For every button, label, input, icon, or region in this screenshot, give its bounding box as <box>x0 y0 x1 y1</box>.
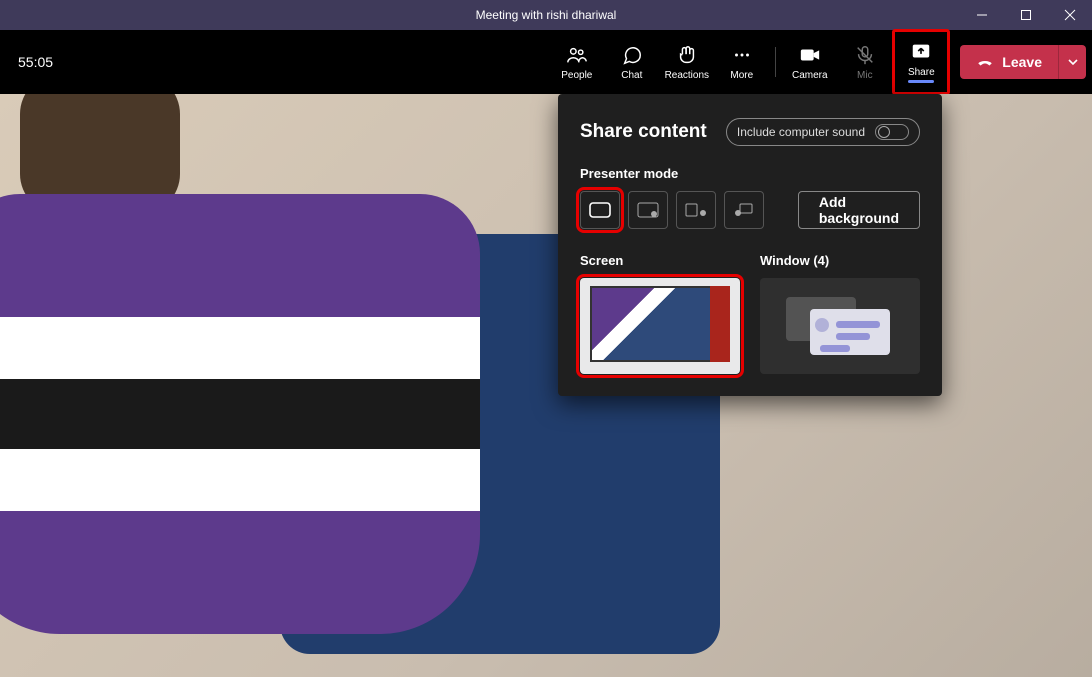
share-icon <box>910 41 932 63</box>
share-button[interactable]: Share <box>897 34 945 90</box>
window-section-label: Window (4) <box>760 253 920 268</box>
window-title: Meeting with rishi dhariwal <box>476 8 617 22</box>
hangup-icon <box>976 52 994 73</box>
share-button-highlight: Share <box>892 29 950 95</box>
reactions-button[interactable]: Reactions <box>659 34 714 90</box>
more-button[interactable]: More <box>714 34 769 90</box>
presenter-mode-reporter[interactable] <box>724 191 764 229</box>
leave-label: Leave <box>1002 54 1042 70</box>
screen-preview-icon <box>590 286 730 362</box>
screen-section-label: Screen <box>580 253 740 268</box>
people-button[interactable]: People <box>549 34 604 90</box>
people-icon <box>566 44 588 66</box>
leave-button[interactable]: Leave <box>960 45 1058 79</box>
presenter-mode-content-only[interactable] <box>580 191 620 229</box>
chat-icon <box>621 44 643 66</box>
chat-button[interactable]: Chat <box>604 34 659 90</box>
share-window-thumbnail[interactable] <box>760 278 920 374</box>
mic-muted-icon <box>854 44 876 66</box>
share-content-panel: Share content Include computer sound Pre… <box>558 94 942 396</box>
camera-label: Camera <box>792 70 828 81</box>
meeting-toolbar: 55:05 People Chat Reactions More <box>0 30 1092 94</box>
more-icon <box>731 44 753 66</box>
add-background-label: Add background <box>819 194 899 226</box>
minimize-button[interactable] <box>960 0 1004 30</box>
leave-dropdown[interactable] <box>1058 45 1086 79</box>
reactions-icon <box>676 44 698 66</box>
meeting-timer: 55:05 <box>18 54 53 70</box>
more-label: More <box>730 70 753 81</box>
share-label: Share <box>908 67 935 78</box>
camera-button[interactable]: Camera <box>782 34 837 90</box>
share-active-indicator <box>908 80 934 83</box>
reactions-label: Reactions <box>665 70 709 81</box>
chat-label: Chat <box>621 70 642 81</box>
camera-icon <box>799 44 821 66</box>
participant-video <box>0 94 500 677</box>
close-button[interactable] <box>1048 0 1092 30</box>
people-label: People <box>561 70 592 81</box>
presenter-mode-label: Presenter mode <box>580 166 920 181</box>
window-stack-icon <box>780 291 900 361</box>
presenter-mode-standout[interactable] <box>628 191 668 229</box>
maximize-button[interactable] <box>1004 0 1048 30</box>
share-panel-title: Share content <box>580 121 707 143</box>
toolbar-divider <box>775 47 776 77</box>
title-bar: Meeting with rishi dhariwal <box>0 0 1092 30</box>
mic-button[interactable]: Mic <box>837 34 892 90</box>
include-sound-label: Include computer sound <box>737 125 865 139</box>
add-background-button[interactable]: Add background <box>798 191 920 229</box>
mic-label: Mic <box>857 70 873 81</box>
include-sound-toggle[interactable]: Include computer sound <box>726 118 920 146</box>
share-screen-thumbnail[interactable] <box>580 278 740 374</box>
toggle-switch-icon <box>875 124 909 140</box>
presenter-mode-side-by-side[interactable] <box>676 191 716 229</box>
